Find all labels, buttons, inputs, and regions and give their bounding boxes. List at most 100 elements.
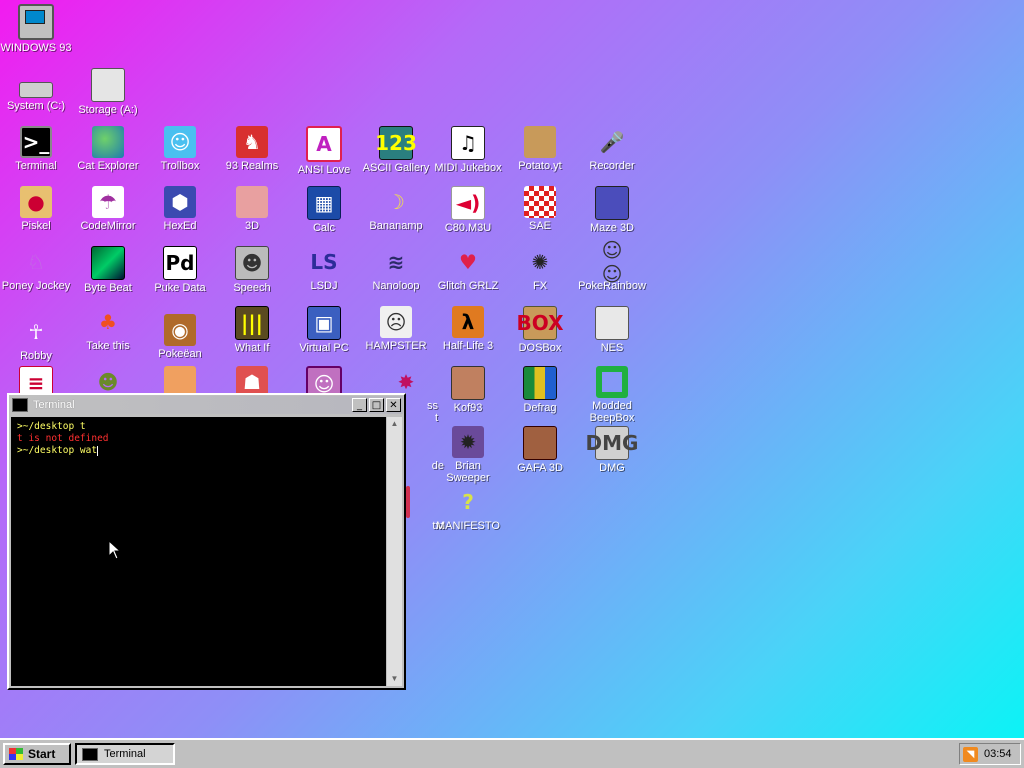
mouse-pointer-icon xyxy=(108,540,122,560)
desktop-icon-brian-sweeper[interactable]: ✹ Brian Sweeper xyxy=(432,426,504,484)
desktop-icon-robby[interactable]: ☥ Robby xyxy=(0,316,72,362)
desktop-icon-dmg[interactable]: DMG DMG xyxy=(576,426,648,474)
desktop-icon-sae[interactable]: SAE xyxy=(504,186,576,232)
console-icon xyxy=(595,306,629,340)
desktop-icon-pokerainbow[interactable]: ☺☺ PokeRainbow xyxy=(576,238,648,292)
terminal-line-1: >~/desktop t xyxy=(17,421,86,432)
desktop-icon-label: WINDOWS 93 xyxy=(0,42,72,54)
system-tray: ◥ 03:54 xyxy=(959,743,1021,765)
desktop-icon-fx[interactable]: ✺ FX xyxy=(504,246,576,292)
knight-icon: ♞ xyxy=(236,126,268,158)
desktop-icon-label: ANSI Love xyxy=(297,164,351,176)
desktop-icon-trollbox[interactable]: ☺ Trollbox xyxy=(144,126,216,172)
question-mark-icon: ? xyxy=(462,490,474,514)
desktop-icon-midi-jukebox[interactable]: ♫ MIDI Jukebox xyxy=(432,126,504,174)
terminal-window[interactable]: Terminal _ □ ✕ >~/desktop t t is not def… xyxy=(7,393,406,690)
desktop-icon-pokeban[interactable]: ◉ Pokeëan xyxy=(144,314,216,360)
atom-icon: ✺ xyxy=(531,250,549,274)
desktop-icon-virtual-pc[interactable]: ▣ Virtual PC xyxy=(288,306,360,354)
desktop-icon-label: Terminal xyxy=(15,160,57,172)
desktop-icon-what-if[interactable]: ||| What If xyxy=(216,306,288,354)
minimize-button[interactable]: _ xyxy=(352,398,367,412)
desktop-icon-nes[interactable]: NES xyxy=(576,306,648,354)
letter-a-icon: A xyxy=(306,126,342,162)
desktop-icon-ansi-love[interactable]: A ANSI Love xyxy=(288,126,360,176)
desktop-icon-label: Puke Data xyxy=(154,282,206,294)
rss-icon[interactable]: ◥ xyxy=(963,746,978,762)
window-titlebar[interactable]: Terminal _ □ ✕ xyxy=(10,396,403,414)
ball-icon: ◉ xyxy=(164,314,196,346)
face-icon: ☻ xyxy=(235,246,269,280)
desktop-icon-hampster[interactable]: ☹ HAMPSTER xyxy=(360,306,432,352)
desktop-icon-label: 3D xyxy=(244,220,260,232)
desktop-icon-label: Brian Sweeper xyxy=(446,460,490,484)
terminal-input-line[interactable]: >~/desktop wat xyxy=(17,445,380,457)
desktop-icon-half-life-3[interactable]: λ Half-Life 3 xyxy=(432,306,504,352)
desktop-icon-dosbox[interactable]: BOX DOSBox xyxy=(504,306,576,354)
desktop-icon-3d[interactable]: 3D xyxy=(216,186,288,232)
globe-icon xyxy=(92,126,124,158)
desktop-icon-label: Cat Explorer xyxy=(77,160,139,172)
desktop-icon-windows93[interactable]: WINDOWS 93 xyxy=(0,4,72,54)
desktop-icon-cat-explorer[interactable]: Cat Explorer xyxy=(72,126,144,172)
teapot-icon xyxy=(236,186,268,218)
desktop-icon-terminal[interactable]: >_ Terminal xyxy=(0,126,72,172)
desktop-icon-label: CodeMirror xyxy=(80,220,136,232)
desktop-icon-defrag[interactable]: Defrag xyxy=(504,366,576,414)
desktop-icon-potato[interactable]: Potato.yt xyxy=(504,126,576,172)
desktop-icon-kof93[interactable]: Kof93 xyxy=(432,366,504,414)
lips-icon: ♥ xyxy=(459,250,477,274)
desktop-icon-calc[interactable]: ▦ Calc xyxy=(288,186,360,234)
vertical-scrollbar[interactable]: ▲ ▼ xyxy=(387,417,402,686)
desktop-icon-label: Nanoloop xyxy=(372,280,420,292)
desktop-icon-label: Potato.yt xyxy=(518,160,562,172)
fighter-icon xyxy=(451,366,485,400)
computer-icon xyxy=(18,4,54,40)
desktop-icon-maze3d[interactable]: Maze 3D xyxy=(576,186,648,234)
soldier-face-icon xyxy=(523,426,557,460)
desktop-icon-label: Half-Life 3 xyxy=(442,340,494,352)
desktop-icon-recorder[interactable]: 🎤 Recorder xyxy=(576,126,648,172)
desktop-icon-poney-jockey[interactable]: ♘ Poney Jockey xyxy=(0,246,72,292)
desktop-icon-take-this[interactable]: ♣ Take this xyxy=(72,306,144,352)
windows-logo-icon xyxy=(9,748,23,760)
desktop-icon-glitch-grlz[interactable]: ♥ Glitch GRLZ xyxy=(432,246,504,292)
palette-icon: ● xyxy=(20,186,52,218)
close-button[interactable]: ✕ xyxy=(386,398,401,412)
start-button[interactable]: Start xyxy=(3,743,71,765)
taskbar-item-terminal[interactable]: Terminal xyxy=(75,743,175,765)
wave-icon: ≋ xyxy=(387,250,405,274)
desktop-icon-lsdj[interactable]: LS LSDJ xyxy=(288,246,360,292)
desktop-icon-bananamp[interactable]: ☽ Bananamp xyxy=(360,186,432,232)
desktop-icon-piskel[interactable]: ● Piskel xyxy=(0,186,72,232)
terminal-output[interactable]: >~/desktop t t is not defined >~/desktop… xyxy=(11,417,386,686)
desktop-icon-byte-beat[interactable]: Byte Beat xyxy=(72,246,144,294)
desktop-icon-modded-beepbox[interactable]: Modded BeepBox xyxy=(576,366,648,424)
desktop-icon-storage-a[interactable]: Storage (A:) xyxy=(72,68,144,116)
ring-icon xyxy=(596,366,628,398)
calculator-icon: ▦ xyxy=(307,186,341,220)
desktop-icon-gafa3d[interactable]: GAFA 3D xyxy=(504,426,576,474)
desktop-icon-label: Virtual PC xyxy=(299,342,349,354)
desktop-icon-label: Modded BeepBox xyxy=(589,400,635,424)
scroll-down-arrow-icon[interactable]: ▼ xyxy=(387,672,402,686)
text-caret xyxy=(97,445,99,456)
desktop-icon-label: SAE xyxy=(528,220,551,232)
disk-image-icon: DMG xyxy=(586,426,638,460)
scroll-up-arrow-icon[interactable]: ▲ xyxy=(387,417,402,431)
desktop-icon-puke-data[interactable]: Pd Puke Data xyxy=(144,246,216,294)
banana-icon: ☽ xyxy=(387,190,405,214)
characters-icon: ☺☺ xyxy=(601,238,623,286)
desktop-icon-label: 93 Realms xyxy=(225,160,279,172)
desktop-icon-ascii-gallery[interactable]: 123 ASCII Gallery xyxy=(360,126,432,174)
terminal-icon: >_ xyxy=(20,126,52,158)
desktop-icon-hexed[interactable]: ⬢ HexEd xyxy=(144,186,216,232)
desktop-icon-speech[interactable]: ☻ Speech xyxy=(216,246,288,294)
desktop-icon-nanoloop[interactable]: ≋ Nanoloop xyxy=(360,246,432,292)
desktop-icon-manifesto[interactable]: ? MANIFESTO xyxy=(432,486,504,532)
maximize-button[interactable]: □ xyxy=(369,398,384,412)
desktop-icon-system-c[interactable]: System (C:) xyxy=(0,70,72,112)
desktop-icon-c80[interactable]: ◄) C80.M3U xyxy=(432,186,504,234)
desktop-icon-codemirror[interactable]: ☂ CodeMirror xyxy=(72,186,144,232)
desktop-icon-93-realms[interactable]: ♞ 93 Realms xyxy=(216,126,288,172)
